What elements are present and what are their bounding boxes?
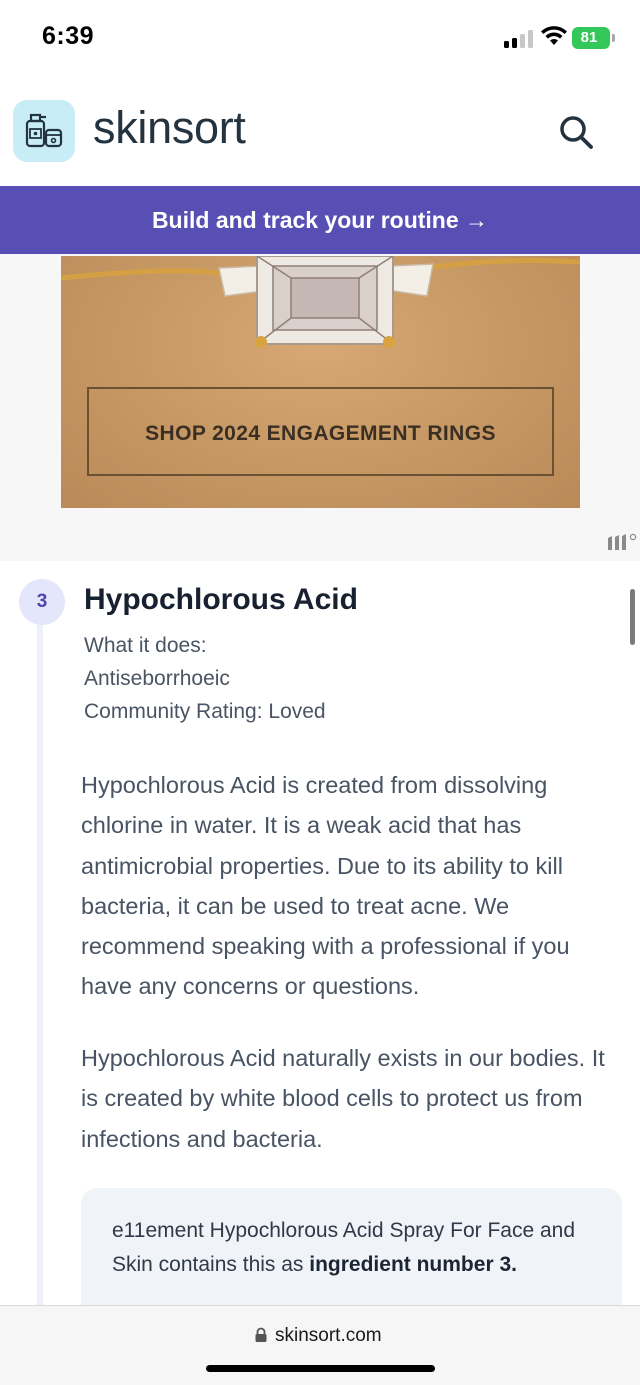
logo-wordmark[interactable]: skinsort <box>93 102 246 154</box>
routine-promo-banner[interactable]: Build and track your routine → <box>0 186 640 254</box>
browser-address-bar[interactable]: skinsort.com <box>0 1305 640 1385</box>
ingredient-section: 3 Hypochlorous Acid What it does: Antise… <box>0 561 640 1305</box>
description-paragraph-2: Hypochlorous Acid naturally exists in ou… <box>81 1045 605 1152</box>
search-icon[interactable] <box>556 112 596 152</box>
ad-banner[interactable]: SHOP 2024 ENGAGEMENT RINGS <box>61 256 580 508</box>
cellular-signal-icon <box>504 28 534 48</box>
battery-tip <box>612 34 615 42</box>
wifi-icon <box>541 26 567 45</box>
url-text[interactable]: skinsort.com <box>275 1325 382 1347</box>
ad-shop-label: SHOP 2024 ENGAGEMENT RINGS <box>145 422 496 445</box>
lock-icon <box>255 1327 267 1342</box>
product-card-emphasis: ingredient number 3. <box>309 1253 517 1276</box>
step-badge: 3 <box>19 579 65 625</box>
product-card[interactable]: e11ement Hypochlorous Acid Spray For Fac… <box>81 1188 622 1305</box>
what-it-does-value[interactable]: Antiseborrhoeic <box>84 667 230 691</box>
site-header: skinsort <box>0 96 640 166</box>
battery-indicator: 81 <box>572 27 615 49</box>
community-rating: Community Rating: Loved <box>84 700 326 723</box>
routine-promo-label: Build and track your routine → <box>151 207 489 233</box>
ring-image <box>61 256 580 348</box>
product-card-text: e11ement Hypochlorous Acid Spray For Fac… <box>112 1214 602 1282</box>
status-time: 6:39 <box>42 22 95 50</box>
what-it-does-label: What it does: <box>84 634 207 657</box>
ad-container: SHOP 2024 ENGAGEMENT RINGS <box>0 254 640 561</box>
step-number: 3 <box>36 591 48 612</box>
status-bar: 6:39 81 <box>0 0 640 80</box>
scrollbar-thumb[interactable] <box>630 589 635 645</box>
home-indicator[interactable] <box>206 1365 435 1372</box>
logo-icon[interactable] <box>13 100 75 162</box>
ad-choices-icon[interactable] <box>606 532 640 552</box>
battery-level: 81 <box>580 29 598 46</box>
description-paragraph: Hypochlorous Acid is created from dissol… <box>81 772 570 1000</box>
ad-shop-button[interactable]: SHOP 2024 ENGAGEMENT RINGS <box>87 387 554 476</box>
timeline-line <box>37 621 43 1305</box>
ingredient-title[interactable]: Hypochlorous Acid <box>84 583 358 617</box>
